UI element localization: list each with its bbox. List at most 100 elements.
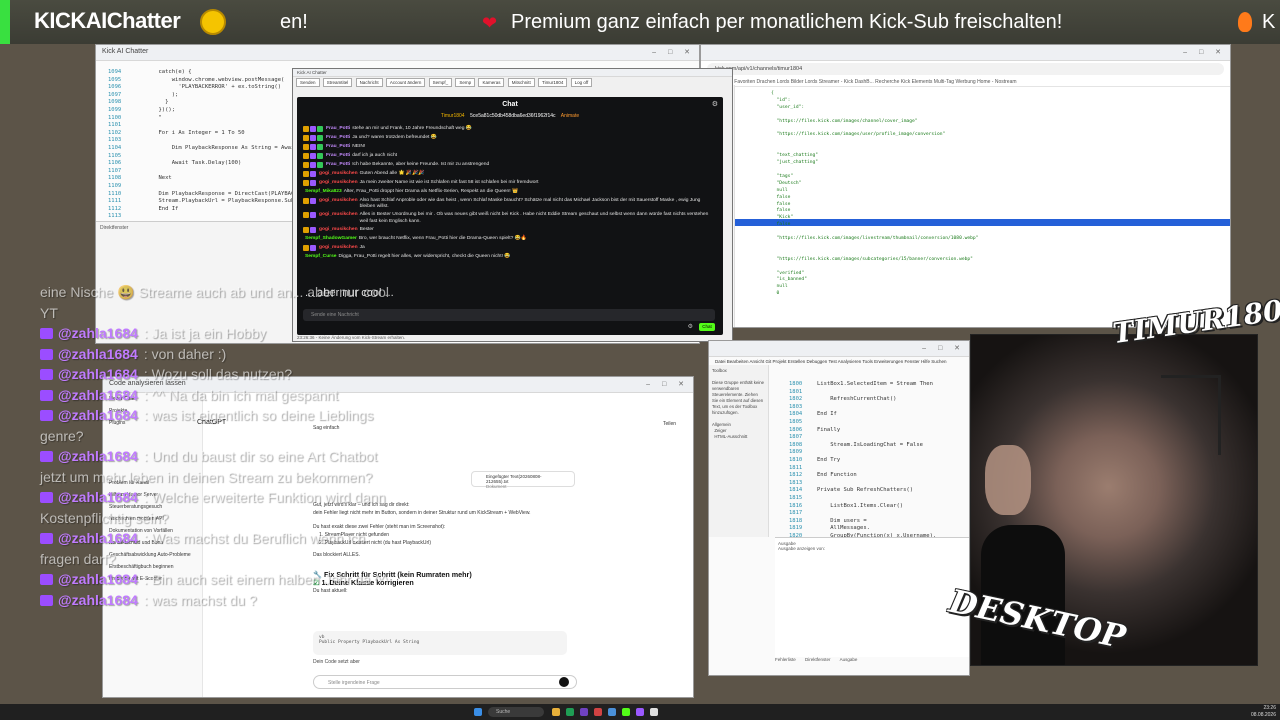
badge-icon	[317, 153, 323, 159]
browser-window-api[interactable]: – □ ✕ kick.com/api/v1/channels/timur1804…	[700, 44, 1231, 328]
badge-icon	[310, 180, 316, 186]
app-icon[interactable]	[594, 708, 602, 716]
overlay-chat-line: YT	[40, 303, 480, 324]
toolbar-item[interactable]: Kameras	[478, 78, 505, 87]
toolbar-item[interactable]: Account ändern	[385, 78, 426, 87]
chat-message: gogi_musikchen Also hast Schlaf Anproble …	[303, 197, 717, 211]
overlay-chat-line: @zahla1684: ^^ Na da bin ich mal gespann…	[40, 385, 480, 406]
overlay-chat-line: jetzt um mehr leben in deinen Stream zu …	[40, 467, 480, 488]
overlay-chat-line: eine Nische 😃 Streame auch ab und an... …	[40, 282, 480, 303]
chat-username[interactable]: gogi_musikchen	[319, 198, 358, 204]
window-titlebar[interactable]: – □ ✕	[709, 341, 969, 357]
window-titlebar[interactable]: Kick AI Chatter	[293, 69, 732, 77]
chat-username[interactable]: gogi_musikchen	[319, 180, 358, 186]
tab-output[interactable]: Ausgabe	[840, 657, 858, 662]
toolbar-item[interactable]: Timur1804	[538, 78, 568, 87]
badge-icon	[310, 126, 316, 132]
user-badges	[303, 212, 317, 219]
gear-icon[interactable]: ⚙	[688, 323, 693, 330]
logoff-button[interactable]: Log off	[570, 78, 593, 87]
address-bar[interactable]: kick.com/api/v1/channels/timur1804	[707, 63, 1224, 75]
badge-icon	[310, 162, 316, 168]
chat-username[interactable]: Sempf_Mika823	[305, 189, 342, 195]
window-titlebar[interactable]: Kick AI Chatter – □ ✕	[96, 45, 699, 61]
badge-icon	[317, 144, 323, 150]
chat-username[interactable]: gogi_musikchen	[319, 227, 358, 233]
output-panel[interactable]: Ausgabe Ausgabe anzeigen von:	[775, 537, 969, 657]
start-icon[interactable]	[474, 708, 482, 716]
user-badges	[303, 171, 317, 177]
chat-message: gogi_musikchen Ja	[303, 244, 717, 253]
browser-icon[interactable]	[566, 708, 574, 716]
clock-date: 08.08.2026	[1250, 712, 1276, 718]
window-controls[interactable]: – □ ✕	[646, 380, 689, 388]
chat-username[interactable]: gogi_musikchen	[319, 171, 358, 177]
user-badges	[303, 153, 324, 159]
kick-chat-icon	[40, 328, 53, 339]
chat-username[interactable]: Frau_Potti	[326, 135, 350, 141]
app-icon[interactable]	[608, 708, 616, 716]
share-button[interactable]: Teilen	[663, 421, 676, 427]
chat-username[interactable]: gogi_musikchen	[319, 212, 358, 218]
chat-username[interactable]: gogi_musikchen	[319, 245, 358, 251]
overlay-message-text: : Ja ist ja ein Hobby	[143, 325, 266, 341]
user-badges	[303, 180, 317, 186]
chat-settings-icon[interactable]: ⚙	[712, 100, 718, 108]
banner-marquee: Premium ganz einfach per monatlichem Kic…	[511, 11, 1063, 33]
badge-icon	[310, 198, 316, 204]
chat-message: gogi_musikchen Guten Abend alle 🌟 🎉🎉🎉	[303, 170, 717, 179]
badge-icon	[310, 153, 316, 159]
toolbar-item[interactable]: Sempf_	[428, 78, 453, 87]
send-voice-icon[interactable]	[559, 677, 569, 687]
overlay-message-text: jetzt um mehr leben in deinen Stream zu …	[40, 468, 373, 485]
window-controls[interactable]: – □ ✕	[652, 48, 695, 56]
chat-username[interactable]: Frau_Potti	[326, 162, 350, 168]
toolbar-item[interactable]: Streamtitel	[322, 78, 353, 87]
toolbox-panel: Toolbox Diese Gruppe enthält keine verwe…	[709, 365, 769, 537]
window-controls[interactable]: – □ ✕	[922, 344, 965, 352]
chatgpt-prompt-input[interactable]: Stelle irgendeine Frage	[313, 675, 577, 689]
taskbar: Suche 23:26 08.08.2026	[0, 704, 1280, 720]
chat-message: Sempf_Curse Digga, Frau_Potti regelt hier…	[303, 253, 717, 262]
visual-studio-window-bottom[interactable]: – □ ✕ Datei Bearbeiten Ansicht Git Proje…	[708, 340, 970, 676]
code-block: vb Public Property PlaybackUrl As String	[313, 631, 567, 655]
attachment-card[interactable]: Eingefügter Text(20260808-212655).txt Do…	[471, 471, 575, 489]
attachment-type: Dokument	[486, 484, 507, 489]
kick-icon[interactable]	[622, 708, 630, 716]
badge-icon	[317, 162, 323, 168]
toolbar-item[interactable]: Nachricht	[355, 78, 383, 87]
overlay-message-text: : was machst du ?	[143, 591, 257, 608]
tab-immediate[interactable]: Direktfenster	[805, 657, 831, 662]
banner-logo: KICKAIChatter	[34, 8, 181, 33]
chat-message: Frau_Potti Ja und? waren trotzdem befreun…	[303, 134, 717, 143]
tab-error-list[interactable]: Fehlerliste	[775, 657, 796, 662]
chat-username[interactable]: Sempf_Curse	[305, 254, 337, 260]
chat-username[interactable]: Sempf_ShadowGamer	[305, 236, 357, 242]
chat-message: gogi_musikchen Alles in Bester Unordnung …	[303, 211, 717, 225]
app-icon[interactable]	[636, 708, 644, 716]
banner-marquee-suffix: K	[1262, 11, 1276, 33]
taskbar-search[interactable]: Suche	[488, 707, 544, 717]
toolbar-item[interactable]: Mitschnitt	[507, 78, 535, 87]
visual-studio-icon[interactable]	[580, 708, 588, 716]
window-controls[interactable]: – □ ✕	[1183, 48, 1226, 56]
overlay-chat-line: @zahla1684: Wozu soll das nutzen?	[40, 364, 480, 385]
bookmarks-bar[interactable]: Importierte Favoriten Drachen Lords Bild…	[701, 77, 1230, 87]
chat-username[interactable]: Frau_Potti	[326, 153, 350, 159]
app-toolbar: Senden Streamtitel Nachricht Account änd…	[295, 77, 732, 99]
output-source-label: Ausgabe anzeigen von:	[778, 546, 826, 551]
chat-username[interactable]: Frau_Potti	[326, 126, 350, 132]
badge-icon	[303, 212, 309, 219]
taskbar-clock[interactable]: 23:26 08.08.2026	[1251, 705, 1276, 719]
app-icon[interactable]	[650, 708, 658, 716]
chat-message-text: darf ich ja auch nicht	[352, 153, 398, 158]
overlay-username: @zahla1684	[58, 345, 138, 362]
toolbar-item[interactable]: Semp	[455, 78, 476, 87]
chat-username[interactable]: Frau_Potti	[326, 144, 350, 150]
chat-send-button[interactable]: Chat	[699, 323, 715, 331]
toolbar-item[interactable]: Senden	[296, 78, 320, 87]
browser-tabstrip[interactable]: – □ ✕	[701, 45, 1230, 61]
overlay-chat-line: @zahla1684: von daher :)	[40, 344, 480, 365]
file-explorer-icon[interactable]	[552, 708, 560, 716]
kick-chat-icon	[40, 492, 53, 503]
